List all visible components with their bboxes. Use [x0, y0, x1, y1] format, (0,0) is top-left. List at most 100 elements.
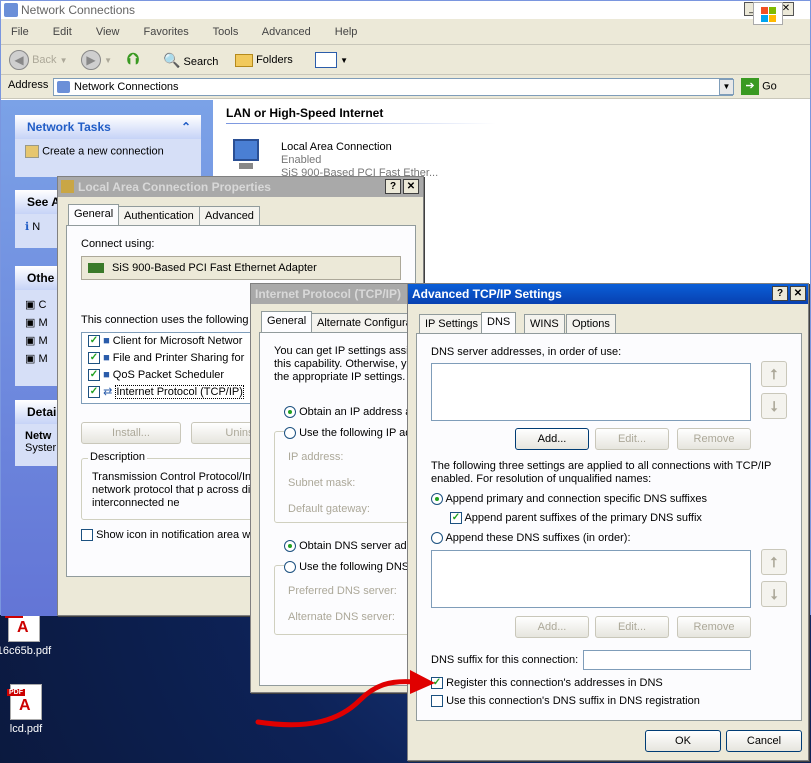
network-tasks-box: Network Tasks ⌃ Create a new connection	[15, 115, 201, 177]
network-icon	[61, 180, 74, 193]
tab-general[interactable]: General	[68, 204, 120, 226]
component-checkbox[interactable]: ✓	[88, 352, 100, 365]
append-primary-radio[interactable]: Append primary and connection specific D…	[431, 493, 707, 506]
views-button[interactable]: ▼	[315, 49, 348, 71]
tcpip-properties-dialog: Internet Protocol (TCP/IP) General Alter…	[250, 283, 421, 693]
tab-ip-settings[interactable]: IP Settings	[419, 314, 484, 334]
add-suffix-button[interactable]: Add...	[515, 616, 589, 638]
folder-icon	[235, 53, 253, 67]
go-button[interactable]: ➔ Go	[741, 78, 777, 95]
forward-arrow-icon: ▶	[81, 50, 101, 71]
append-parent-checkbox[interactable]: ✓ Append parent suffixes of the primary …	[450, 512, 702, 525]
window-title: Network Connections	[21, 3, 136, 17]
tab-wins[interactable]: WINS	[524, 314, 565, 334]
back-button[interactable]: ◀ Back ▼	[9, 49, 68, 71]
arrow-down-icon: ⭣	[770, 398, 778, 414]
suffix-down-button[interactable]: ⭣	[761, 581, 787, 607]
component-checkbox[interactable]: ✓	[88, 369, 100, 382]
desktop-icon-label: lcd.pdf	[9, 723, 43, 735]
help-button[interactable]: ?	[385, 179, 401, 194]
menu-view[interactable]: View	[96, 26, 120, 38]
dns-suffixes-list[interactable]	[431, 550, 751, 608]
close-button[interactable]: ✕	[403, 179, 419, 194]
network-tasks-header[interactable]: Network Tasks ⌃	[15, 115, 201, 139]
help-button[interactable]: ?	[772, 286, 788, 301]
toolbar: ◀ Back ▼ ▶ ▼ ⮉ 🔍 Search Folders ▼	[1, 45, 810, 75]
obtain-dns-radio[interactable]: Obtain DNS server add	[284, 540, 413, 553]
tab-dns[interactable]: DNS	[481, 312, 517, 334]
register-addresses-checkbox[interactable]: ✓ Register this connection's addresses i…	[431, 677, 663, 690]
up-folder-icon[interactable]: ⮉	[127, 49, 139, 71]
connection-name: Local Area Connection	[281, 141, 392, 153]
tab-options[interactable]: Options	[566, 314, 616, 334]
component-checkbox[interactable]: ✓	[88, 386, 100, 399]
ip-address-label: IP address:	[288, 451, 344, 463]
desktop-icon-label: 16c65b.pdf	[0, 645, 52, 657]
address-input[interactable]: Network Connections	[53, 78, 733, 96]
dialog-title: Advanced TCP/IP Settings	[412, 287, 562, 301]
use-suffix-registration-checkbox[interactable]: Use this connection's DNS suffix in DNS …	[431, 695, 700, 708]
obtain-ip-radio[interactable]: Obtain an IP address a	[284, 406, 411, 419]
close-button[interactable]: ✕	[790, 286, 806, 301]
tab-advanced[interactable]: Advanced	[199, 206, 260, 226]
menu-tools[interactable]: Tools	[213, 26, 239, 38]
my-documents-icon: ▣	[25, 335, 36, 347]
menu-bar: File Edit View Favorites Tools Advanced …	[1, 2, 810, 45]
tab-alternate-configuration[interactable]: Alternate Configura	[311, 313, 418, 333]
dns-suffix-input[interactable]	[583, 650, 751, 670]
create-connection-link[interactable]: Create a new connection	[15, 139, 201, 164]
tab-general[interactable]: General	[261, 311, 313, 333]
menu-help[interactable]: Help	[335, 26, 358, 38]
append-these-radio[interactable]: Append these DNS suffixes (in order):	[431, 532, 631, 545]
tcpip-intro-text: You can get IP settings assi this capabi…	[274, 345, 413, 383]
tab-authentication[interactable]: Authentication	[118, 206, 200, 226]
dns-suffix-label: DNS suffix for this connection:	[431, 654, 579, 666]
search-button[interactable]: 🔍 Search	[163, 49, 218, 71]
default-gateway-label: Default gateway:	[288, 503, 370, 515]
forward-button[interactable]: ▶ ▼	[81, 49, 112, 71]
components-label: This connection uses the following i	[81, 314, 255, 326]
desktop-icon-pdf-2[interactable]: PDF A lcd.pdf	[0, 684, 64, 735]
menu-edit[interactable]: Edit	[53, 26, 72, 38]
menu-favorites[interactable]: Favorites	[144, 26, 189, 38]
move-up-button[interactable]: ⭡	[761, 361, 787, 387]
menu-advanced[interactable]: Advanced	[262, 26, 311, 38]
remove-dns-button[interactable]: Remove	[677, 428, 751, 450]
add-dns-button[interactable]: Add...	[515, 428, 589, 450]
dialog-title: Local Area Connection Properties	[78, 180, 271, 194]
dns-servers-list[interactable]	[431, 363, 751, 421]
move-down-button[interactable]: ⭣	[761, 393, 787, 419]
windows-logo-icon	[753, 2, 783, 25]
edit-suffix-button[interactable]: Edit...	[595, 616, 669, 638]
search-icon: 🔍	[163, 52, 181, 68]
suffix-up-button[interactable]: ⭡	[761, 549, 787, 575]
section-header: LAN or High-Speed Internet	[226, 106, 384, 120]
ok-button[interactable]: OK	[645, 730, 721, 752]
dns-tab-panel: DNS server addresses, in order of use: ⭡…	[416, 333, 802, 721]
lac-titlebar: Local Area Connection Properties ? ✕	[58, 177, 423, 197]
sharing-icon: ■	[103, 352, 110, 364]
install-button[interactable]: Install...	[81, 422, 181, 444]
new-connection-icon	[25, 145, 39, 158]
lan-connection-icon[interactable]	[229, 139, 267, 175]
views-icon	[315, 52, 337, 69]
network-adapter-icon	[88, 263, 104, 273]
component-checkbox[interactable]: ✓	[88, 335, 100, 348]
address-bar: Address Network Connections ▼ ➔ Go	[1, 75, 810, 99]
address-dropdown-button[interactable]: ▼	[719, 79, 734, 95]
use-ip-radio[interactable]: Use the following IP ad	[284, 427, 412, 440]
remove-suffix-button[interactable]: Remove	[677, 616, 751, 638]
address-label: Address	[8, 79, 49, 91]
subnet-mask-label: Subnet mask:	[288, 477, 356, 489]
show-icon-checkbox[interactable]: Show icon in notification area w	[81, 529, 250, 542]
section-divider	[226, 123, 496, 124]
menu-file[interactable]: File	[11, 26, 29, 38]
arrow-down-icon: ⭣	[770, 586, 778, 602]
advanced-titlebar: Advanced TCP/IP Settings ? ✕	[408, 284, 808, 304]
lan-connection-item[interactable]: Local Area Connection Enabled SiS 900-Ba…	[281, 141, 438, 180]
use-dns-radio[interactable]: Use the following DNS	[284, 561, 410, 574]
edit-dns-button[interactable]: Edit...	[595, 428, 669, 450]
cancel-button[interactable]: Cancel	[726, 730, 802, 752]
connection-status: Enabled	[281, 154, 322, 166]
folders-button[interactable]: Folders	[235, 49, 293, 71]
